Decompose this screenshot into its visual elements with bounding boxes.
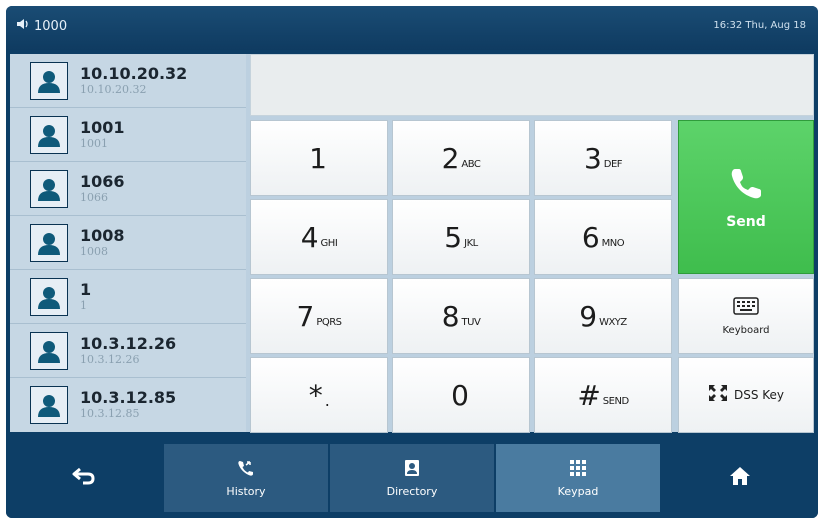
contact-name: 1066: [80, 171, 125, 191]
account-indicator[interactable]: 1000: [16, 18, 67, 34]
tab-keypad[interactable]: Keypad: [496, 444, 660, 512]
key-3[interactable]: 3 DEF: [534, 120, 672, 196]
phone-icon: [726, 164, 766, 208]
contact-avatar-icon: [30, 331, 68, 370]
contact-avatar-icon: [30, 115, 68, 154]
history-icon: [237, 459, 255, 481]
contact-number: 10.3.12.26: [80, 353, 140, 367]
contact-avatar-icon: [30, 61, 68, 100]
contact-avatar-icon: [30, 277, 68, 316]
contact-number: 1066: [80, 191, 108, 205]
contact-name: 1: [80, 279, 92, 299]
contact-avatar-icon: [30, 169, 68, 208]
dialer-main: 10.10.20.32 10.10.20.32 1001 1001 1066 1…: [10, 54, 814, 433]
keypad-label: Keypad: [557, 484, 599, 498]
key-1[interactable]: 1: [250, 120, 388, 196]
contact-item[interactable]: 10.3.12.26 10.3.12.26: [10, 324, 246, 378]
contact-number: 10.10.20.32: [80, 83, 147, 97]
key-2[interactable]: 2 ABC: [392, 120, 530, 196]
key-8[interactable]: 8 TUV: [392, 278, 530, 354]
contact-avatar-icon: [30, 223, 68, 262]
keypad-icon: [569, 459, 587, 481]
send-label: Send: [726, 214, 766, 230]
status-bar: 1000 16:32 Thu, Aug 18: [6, 6, 818, 50]
history-label: History: [226, 484, 266, 498]
back-icon: [72, 466, 96, 490]
tab-history[interactable]: History: [164, 444, 328, 512]
phone-screen: 1000 16:32 Thu, Aug 18 10.10.20.32 10.10…: [6, 6, 818, 518]
contact-name: 1008: [80, 225, 125, 245]
expand-icon: [708, 384, 728, 406]
account-number: 1000: [34, 18, 68, 34]
dss-key-button[interactable]: DSS Key: [678, 357, 814, 433]
key-hash[interactable]: # SEND: [534, 357, 672, 433]
home-button[interactable]: [662, 444, 818, 512]
date-time: 16:32 Thu, Aug 18: [713, 20, 806, 31]
contact-name: 10.10.20.32: [80, 63, 188, 83]
keyboard-label: Keyboard: [722, 324, 770, 336]
contact-item[interactable]: 1 1: [10, 270, 246, 324]
contact-number: 10.3.12.85: [80, 407, 140, 421]
contact-item[interactable]: 1001 1001: [10, 108, 246, 162]
contact-item[interactable]: 10.10.20.32 10.10.20.32: [10, 54, 246, 108]
contact-number: 1008: [80, 245, 108, 259]
key-4[interactable]: 4 GHI: [250, 199, 388, 275]
contact-number: 1: [80, 299, 87, 313]
contact-avatar-icon: [30, 385, 68, 424]
key-7[interactable]: 7 PQRS: [250, 278, 388, 354]
key-6[interactable]: 6 MNO: [534, 199, 672, 275]
tab-directory[interactable]: Directory: [330, 444, 494, 512]
key-0[interactable]: 0: [392, 357, 530, 433]
contact-item[interactable]: 10.3.12.85 10.3.12.85: [10, 378, 246, 431]
contact-item[interactable]: 1066 1066: [10, 162, 246, 216]
key-5[interactable]: 5 JKL: [392, 199, 530, 275]
key-star[interactable]: * .: [250, 357, 388, 433]
directory-icon: [403, 459, 421, 481]
key-9[interactable]: 9 WXYZ: [534, 278, 672, 354]
contact-name: 10.3.12.85: [80, 387, 177, 407]
contact-name: 10.3.12.26: [80, 333, 177, 353]
speaker-icon: [16, 18, 30, 34]
keyboard-button[interactable]: Keyboard: [678, 278, 814, 354]
home-icon: [729, 466, 751, 490]
contact-list: 10.10.20.32 10.10.20.32 1001 1001 1066 1…: [10, 54, 246, 432]
send-button[interactable]: Send: [678, 120, 814, 274]
back-button[interactable]: [6, 444, 162, 512]
contact-name: 1001: [80, 117, 125, 137]
bottom-nav: History Directory Keypad: [6, 438, 818, 518]
contact-item[interactable]: 1008 1008: [10, 216, 246, 270]
keyboard-icon: [733, 296, 759, 319]
dss-key-label: DSS Key: [733, 388, 785, 402]
directory-label: Directory: [386, 484, 438, 498]
contact-number: 1001: [80, 137, 108, 151]
dial-input[interactable]: [250, 54, 814, 116]
